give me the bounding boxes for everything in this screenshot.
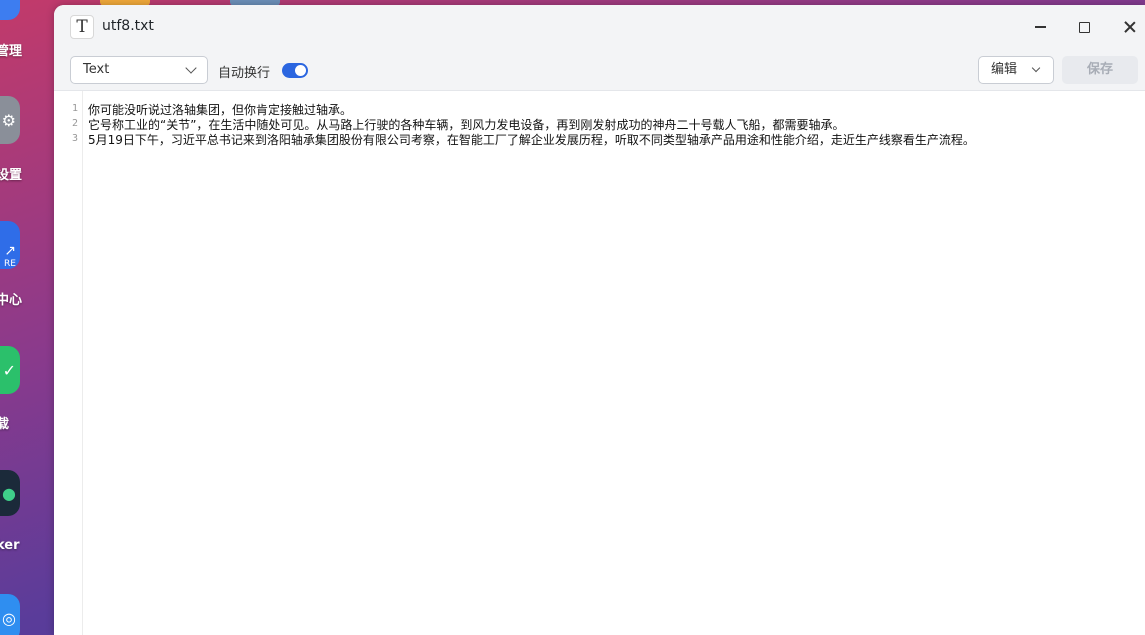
- line-number: 3: [71, 133, 78, 144]
- editor-line: 5月19日下午，习近平总书记来到洛阳轴承集团股份有限公司考察，在智能工厂了解企业…: [88, 133, 975, 147]
- close-button[interactable]: [1113, 12, 1145, 42]
- text-editor-window: T utf8.txt Text 自动换行 编辑 保存 1 2 3 你可能没听说过…: [54, 5, 1145, 635]
- chevron-down-icon: [185, 62, 197, 74]
- store-icon: ↗ RE: [0, 221, 20, 269]
- desktop-app-label: ker: [0, 538, 20, 553]
- edit-button-label: 编辑: [991, 62, 1018, 77]
- title-bar[interactable]: T utf8.txt: [54, 5, 1145, 49]
- line-number-gutter: 1 2 3: [54, 91, 83, 635]
- minimize-icon: [1034, 26, 1046, 28]
- support-icon: ◎: [0, 594, 20, 635]
- line-number: 1: [71, 103, 78, 114]
- desktop-app-label: 设置: [0, 168, 23, 183]
- download-icon: ✓: [0, 346, 20, 394]
- syntax-mode-select[interactable]: Text: [70, 56, 208, 84]
- toggle-knob: [295, 65, 306, 76]
- docker-icon: ●: [0, 470, 20, 516]
- maximize-button[interactable]: [1067, 12, 1101, 42]
- desktop-app-label: 中心: [0, 293, 23, 308]
- desktop-sidebar: 管理 ⚙ 设置 ↗RE 中心 ✓ 载 ● ker ◎: [0, 0, 54, 635]
- line-number: 2: [71, 118, 78, 129]
- close-icon: [1124, 21, 1136, 33]
- edit-menu-button[interactable]: 编辑: [978, 56, 1054, 84]
- maximize-icon: [1078, 21, 1090, 33]
- text-file-icon: T: [70, 15, 94, 39]
- word-wrap-toggle[interactable]: [282, 63, 308, 78]
- desktop-app-label: 载: [0, 417, 10, 432]
- word-wrap-label: 自动换行: [218, 66, 271, 81]
- editor-toolbar: Text 自动换行 编辑 保存: [54, 49, 1145, 91]
- chevron-down-icon: [1031, 63, 1041, 73]
- window-title: utf8.txt: [102, 18, 154, 34]
- manager-icon: [0, 0, 20, 20]
- desktop-app-label: 管理: [0, 44, 23, 59]
- store-badge: RE: [4, 259, 16, 269]
- syntax-mode-value: Text: [83, 62, 110, 77]
- minimize-button[interactable]: [1023, 12, 1057, 42]
- gear-icon: ⚙: [0, 96, 20, 144]
- save-button[interactable]: 保存: [1062, 56, 1138, 84]
- text-editor-area[interactable]: 1 2 3 你可能没听说过洛轴集团，但你肯定接触过轴承。 它号称工业的“关节”，…: [54, 91, 1145, 635]
